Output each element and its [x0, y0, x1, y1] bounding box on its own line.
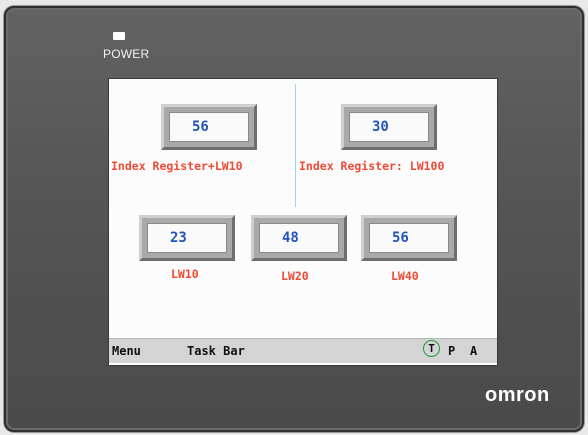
menu-button[interactable]: Menu [112, 344, 141, 358]
indicator-t-icon[interactable]: T [423, 340, 440, 357]
indicator-p-icon[interactable]: P [448, 344, 455, 358]
numeric-value: 30 [349, 112, 429, 142]
numeric-display-index-lw10[interactable]: 56 [161, 104, 257, 150]
indicator-a-icon[interactable]: A [470, 344, 477, 358]
label-index-register-lw100: Index Register: LW100 [299, 159, 445, 173]
numeric-display-lw40[interactable]: 56 [361, 215, 457, 261]
label-lw40: LW40 [391, 269, 419, 283]
numeric-value: 23 [147, 223, 227, 253]
label-lw20: LW20 [281, 269, 309, 283]
touch-screen[interactable]: 56 Index Register+LW10 30 Index Register… [109, 79, 497, 365]
label-lw10: LW10 [171, 267, 199, 281]
numeric-value: 56 [369, 223, 449, 253]
numeric-display-lw10[interactable]: 23 [139, 215, 235, 261]
task-bar: Menu Task Bar T P A [109, 338, 497, 363]
numeric-display-index-lw100[interactable]: 30 [341, 104, 437, 150]
numeric-value: 48 [259, 223, 339, 253]
label-index-register-lw10: Index Register+LW10 [111, 159, 243, 173]
screen-divider [295, 84, 296, 207]
omron-logo: omron [485, 384, 550, 406]
task-bar-label: Task Bar [187, 344, 245, 358]
numeric-value: 56 [169, 112, 249, 142]
power-label: POWER [103, 47, 150, 61]
numeric-display-lw20[interactable]: 48 [251, 215, 347, 261]
power-led-icon [113, 32, 125, 40]
